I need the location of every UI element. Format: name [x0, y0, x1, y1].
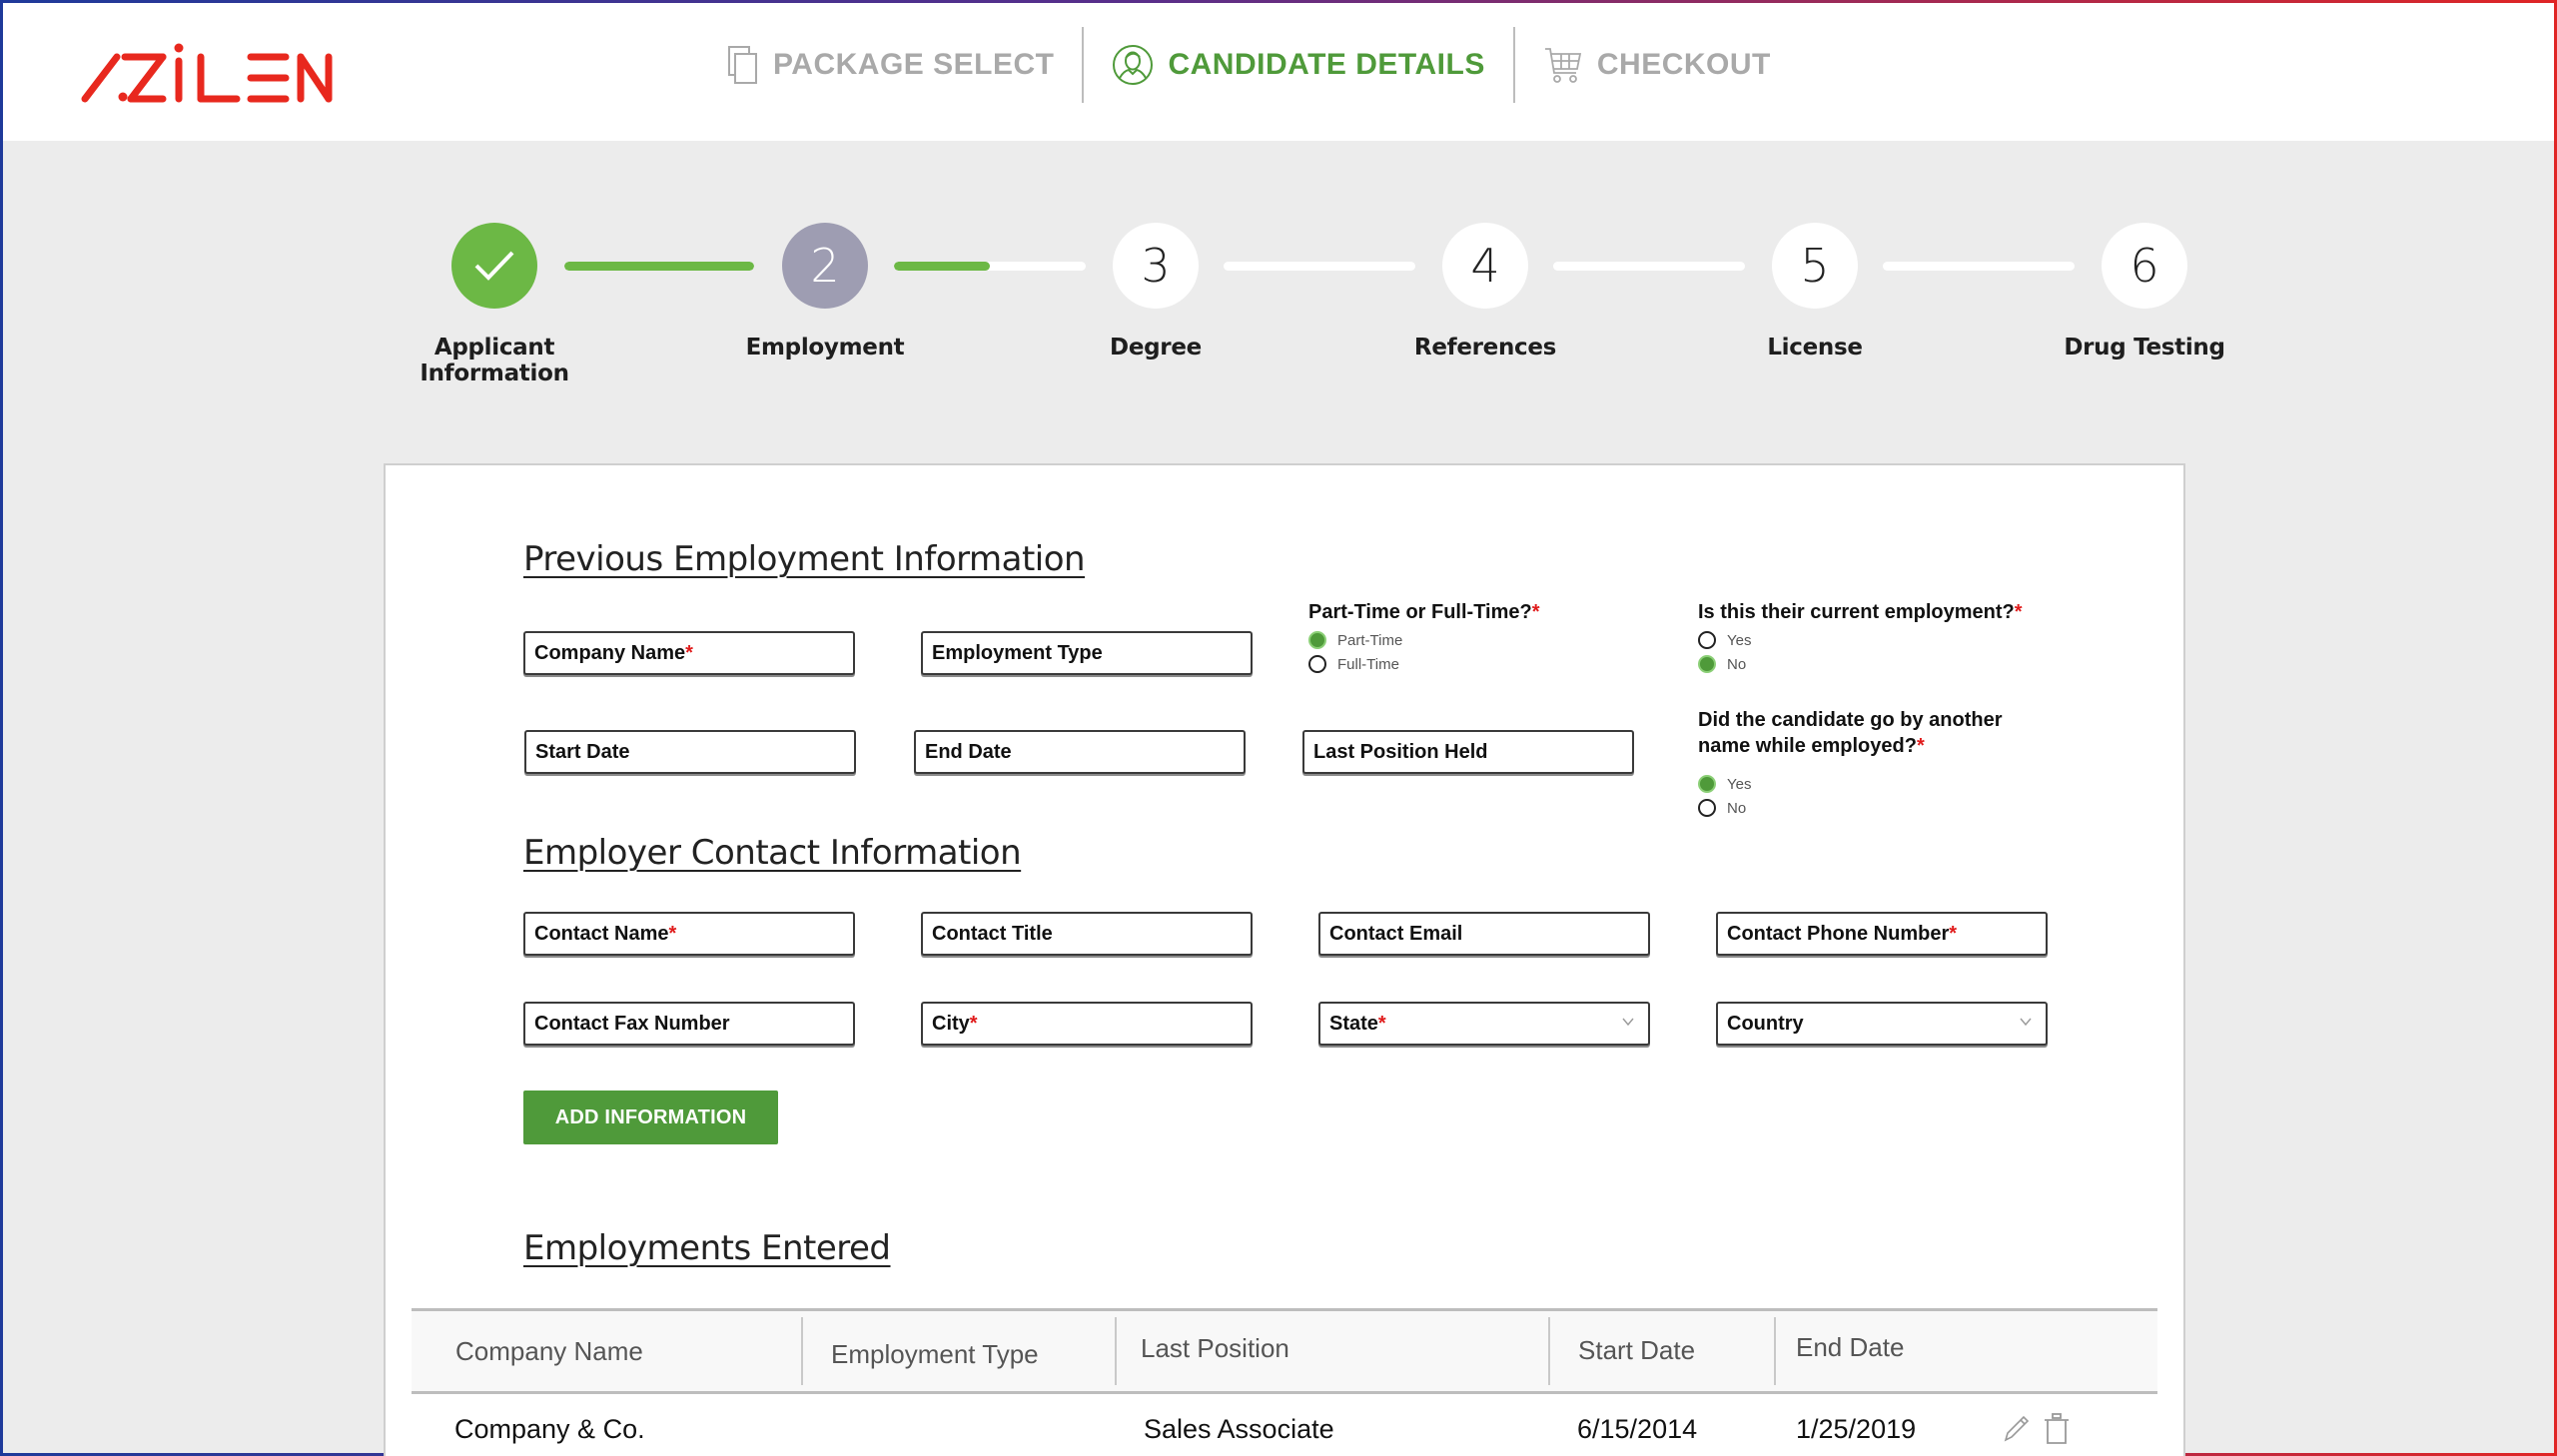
step-label: Drug Testing	[2064, 335, 2225, 361]
radio-question: Is this their current employment?*	[1698, 601, 2023, 623]
country-select[interactable]: Country	[1716, 1002, 2048, 1046]
radio-dot	[1698, 799, 1716, 817]
radio-dot	[1308, 631, 1326, 649]
nav-package-select[interactable]: PACKAGE SELECT	[727, 45, 1054, 85]
step-label: References	[1413, 335, 1557, 361]
nav-divider	[1512, 27, 1515, 103]
city-field[interactable]: City *	[921, 1002, 1253, 1046]
contact-title-field[interactable]: Contact Title	[921, 912, 1253, 956]
nav-label: PACKAGE SELECT	[773, 48, 1055, 81]
column-header[interactable]: Last Position	[1115, 1311, 1548, 1391]
end-date-field[interactable]: End Date	[914, 730, 1246, 774]
step-references[interactable]: 4 References	[1355, 223, 1615, 361]
progress-stepper: Applicant Information 2 Employment 3 Deg…	[0, 215, 2557, 386]
row-actions	[2000, 1412, 2072, 1451]
checkmark-icon	[474, 251, 514, 281]
step-circle: 4	[1442, 223, 1528, 309]
company-name-field[interactable]: Company Name *	[523, 631, 855, 675]
cell-company: Company & Co.	[454, 1414, 645, 1444]
trash-icon[interactable]	[2042, 1412, 2072, 1451]
logo-icon	[81, 43, 333, 103]
another-name-group: Did the candidate go by another name whi…	[1698, 707, 2058, 817]
nav-label: CHECKOUT	[1596, 48, 1771, 81]
radio-dot	[1698, 655, 1716, 673]
nav-label: CANDIDATE DETAILS	[1168, 48, 1485, 81]
document-copy-icon	[727, 45, 759, 85]
step-label: License	[1767, 335, 1863, 361]
cell-last-position: Sales Associate	[1144, 1414, 1334, 1444]
step-label: Degree	[1110, 335, 1202, 361]
current-employment-group: Is this their current employment?* Yes N…	[1698, 599, 2023, 673]
step-circle	[451, 223, 537, 309]
radio-another-name-no[interactable]: No	[1698, 799, 2058, 817]
radio-dot	[1698, 631, 1716, 649]
column-header[interactable]: End Date	[1774, 1311, 2157, 1391]
column-header[interactable]: Company Name	[412, 1311, 801, 1391]
cell-end-date: 1/25/2019	[1796, 1414, 1917, 1444]
checkout-flow-nav: PACKAGE SELECT CANDIDATE DETAILS CHECKOU…	[727, 25, 1771, 105]
employer-contact-title: Employer Contact Information	[523, 833, 1022, 873]
step-circle: 5	[1772, 223, 1858, 309]
contact-email-field[interactable]: Contact Email	[1318, 912, 1650, 956]
shopping-cart-icon	[1543, 45, 1583, 85]
contact-fax-field[interactable]: Contact Fax Number	[523, 1002, 855, 1046]
step-label: Applicant Information	[420, 335, 569, 386]
user-circle-icon	[1112, 44, 1154, 86]
column-header[interactable]: Employment Type	[801, 1311, 1115, 1391]
start-date-field[interactable]: Start Date	[524, 730, 856, 774]
radio-another-name-yes[interactable]: Yes	[1698, 775, 2058, 793]
step-circle: 3	[1113, 223, 1199, 309]
edit-pencil-icon[interactable]	[2000, 1412, 2032, 1451]
radio-question: Part-Time or Full-Time?*	[1308, 601, 1540, 623]
radio-current-yes[interactable]: Yes	[1698, 631, 2023, 649]
radio-part-time[interactable]: Part-Time	[1308, 631, 1540, 649]
nav-candidate-details[interactable]: CANDIDATE DETAILS	[1112, 44, 1484, 86]
radio-current-no[interactable]: No	[1698, 655, 2023, 673]
contact-name-field[interactable]: Contact Name *	[523, 912, 855, 956]
azilen-logo[interactable]	[81, 39, 336, 103]
step-degree[interactable]: 3 Degree	[1026, 223, 1285, 361]
step-license[interactable]: 5 License	[1685, 223, 1945, 361]
employments-entered-title: Employments Entered	[523, 1228, 891, 1268]
last-position-field[interactable]: Last Position Held	[1302, 730, 1634, 774]
radio-full-time[interactable]: Full-Time	[1308, 655, 1540, 673]
chevron-down-icon	[2020, 1018, 2032, 1027]
employment-type-field[interactable]: Employment Type	[921, 631, 1253, 675]
add-information-button[interactable]: ADD INFORMATION	[523, 1091, 778, 1144]
step-circle: 2	[782, 223, 868, 309]
step-employment[interactable]: 2 Employment	[695, 223, 955, 361]
nav-checkout[interactable]: CHECKOUT	[1543, 45, 1771, 85]
nav-divider	[1082, 27, 1085, 103]
step-drug-testing[interactable]: 6 Drug Testing	[2015, 223, 2274, 361]
part-full-time-group: Part-Time or Full-Time?* Part-Time Full-…	[1308, 599, 1540, 673]
cell-start-date: 6/15/2014	[1577, 1414, 1698, 1444]
radio-dot	[1698, 775, 1716, 793]
previous-employment-title: Previous Employment Information	[523, 539, 1086, 579]
header: PACKAGE SELECT CANDIDATE DETAILS CHECKOU…	[3, 3, 2554, 141]
step-circle: 6	[2102, 223, 2187, 309]
employments-table: Company Name Employment Type Last Positi…	[412, 1308, 2157, 1454]
step-label: Employment	[745, 335, 905, 361]
chevron-down-icon	[1622, 1018, 1634, 1027]
column-header[interactable]: Start Date	[1548, 1311, 1774, 1391]
table-row: Company & Co. Sales Associate 6/15/2014 …	[412, 1394, 2157, 1454]
table-header: Company Name Employment Type Last Positi…	[412, 1308, 2157, 1394]
contact-phone-field[interactable]: Contact Phone Number *	[1716, 912, 2048, 956]
radio-dot	[1308, 655, 1326, 673]
state-select[interactable]: State *	[1318, 1002, 1650, 1046]
employment-form-card: Previous Employment Information Company …	[384, 463, 2185, 1456]
radio-question: Did the candidate go by another name whi…	[1698, 709, 2003, 757]
step-applicant-information[interactable]: Applicant Information	[365, 223, 624, 386]
